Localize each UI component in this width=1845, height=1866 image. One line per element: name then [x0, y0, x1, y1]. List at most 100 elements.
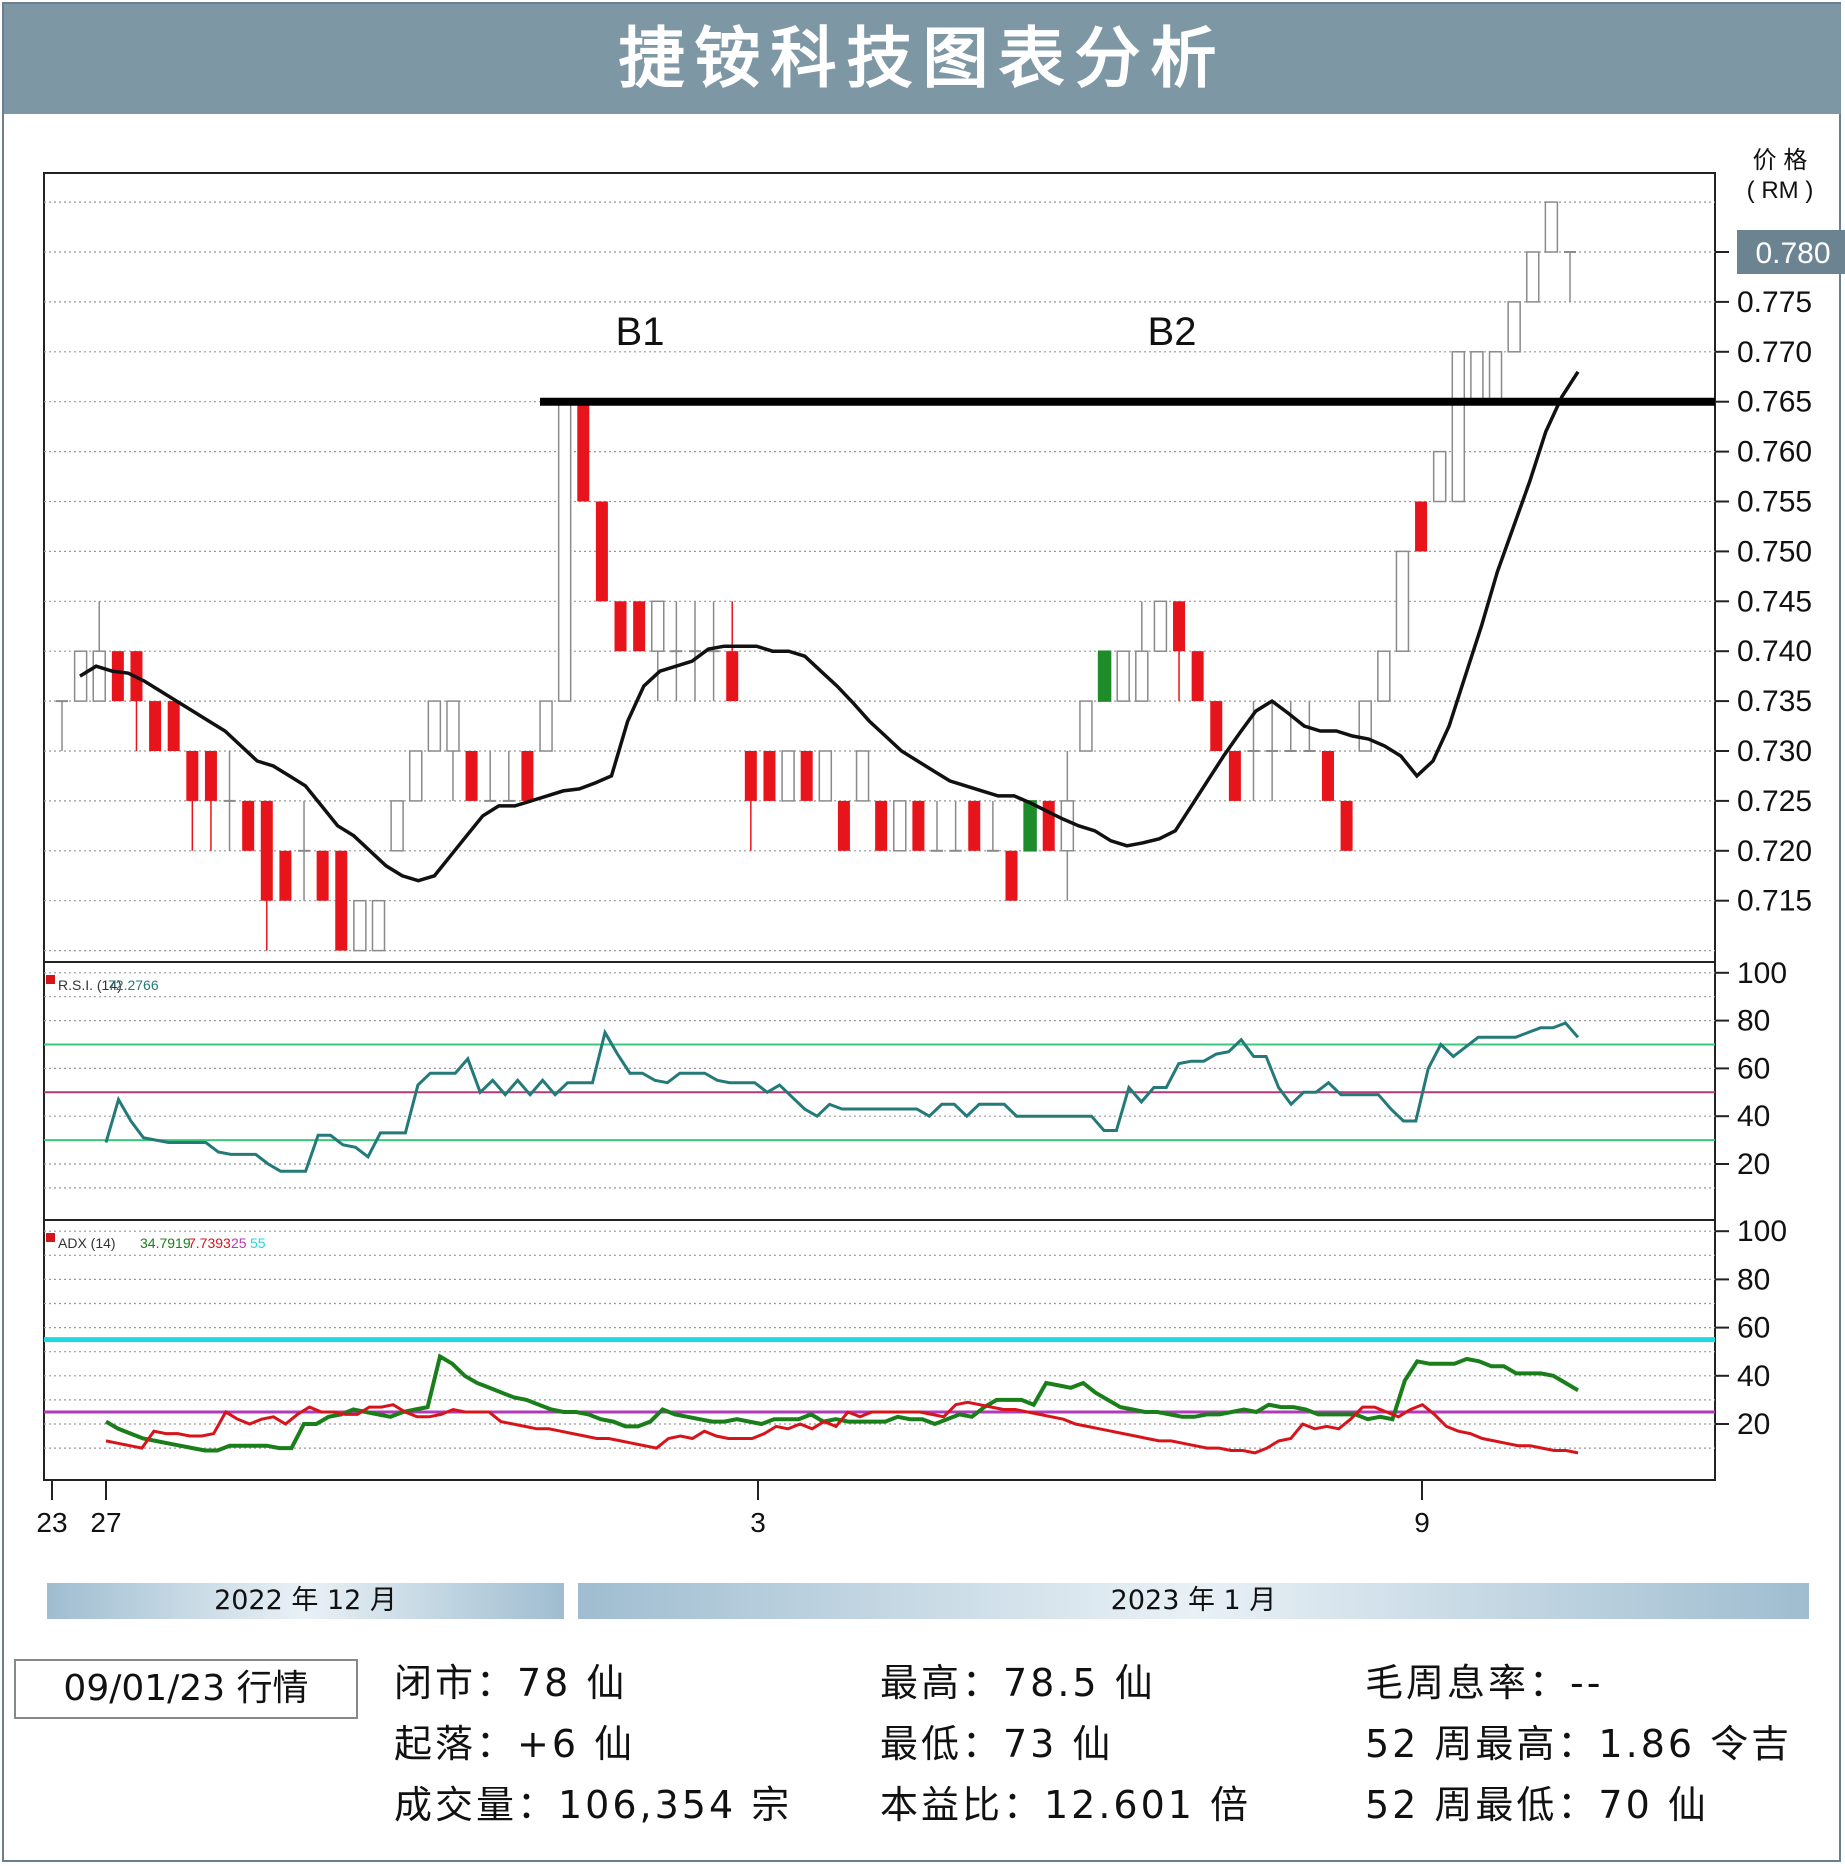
candle-body-up [1097, 650, 1112, 702]
candle-body-up [1432, 450, 1447, 503]
candle-body-up [1377, 650, 1391, 702]
candle-body-up [1135, 650, 1149, 702]
price-tick-label: 0.730 [1737, 735, 1812, 768]
candle-body-up [1507, 301, 1521, 353]
stat-close: 闭市：78 仙 [394, 1661, 628, 1705]
candle-body-down [968, 800, 981, 851]
stat-volume: 成交量：106,354 宗 [394, 1783, 793, 1827]
annotation-b1: B1 [616, 310, 665, 354]
candle-body-down [186, 751, 199, 801]
candle-body-down [763, 751, 776, 801]
rsi-tick-label: 80 [1737, 1005, 1770, 1038]
candle-body-down [1210, 701, 1223, 751]
candle-body-down [1321, 751, 1334, 801]
stat-52w-low: 52 周最低：70 仙 [1365, 1783, 1709, 1827]
candle-body-up [92, 650, 106, 702]
candle-body-up [1060, 800, 1075, 852]
candle-body-down [595, 501, 608, 602]
candle-body-up [390, 800, 404, 852]
stat-low: 最低：73 仙 [880, 1722, 1114, 1766]
rsi-tick-label: 20 [1737, 1148, 1770, 1181]
candle-body-up [1358, 700, 1372, 752]
candle-body-down [800, 751, 813, 801]
candle-body-down [1173, 601, 1186, 652]
rsi-tick-label: 100 [1737, 957, 1787, 990]
stat-pe: 本益比：12.601 倍 [880, 1783, 1252, 1827]
chart-svg: 0.715 0.720 0.725 0.730 0.735 0.740 0.745 0.750… [36, 147, 1845, 1538]
candle-body-down [614, 601, 627, 652]
current-price-badge-text: 0.780 [1755, 237, 1830, 270]
candle-body-down [1191, 651, 1204, 702]
x-tick-label: 27 [90, 1507, 121, 1538]
candle-body-up [1451, 351, 1466, 503]
candle-body-down [149, 701, 162, 751]
candle-body-up [1116, 650, 1130, 702]
candle-body-up [1023, 800, 1037, 852]
adx-tick-label: 40 [1737, 1360, 1770, 1393]
candle-body-down [279, 850, 292, 901]
candle-body-down [260, 800, 273, 901]
candle-body-down [1415, 501, 1428, 552]
month-label-dec: 2022 年 12 月 [47, 1583, 564, 1619]
price-axis-unit: ( RM ) [1747, 177, 1814, 204]
adx-legend-level1: 25 [231, 1235, 247, 1251]
candle-body-up [539, 700, 553, 752]
candle-body-down [726, 651, 739, 702]
adx-legend-minus-di: 7.7393 [188, 1235, 231, 1251]
adx-legend-label: ADX (14) [58, 1235, 116, 1251]
stat-change: 起落：+6 仙 [394, 1722, 636, 1766]
rsi-tick-label: 40 [1737, 1100, 1770, 1133]
price-tick-label: 0.745 [1737, 585, 1812, 618]
candle-body-up [1079, 700, 1093, 752]
candle-body-down [1340, 800, 1353, 851]
candle-body-up [1488, 351, 1503, 403]
x-tick-label: 23 [36, 1507, 67, 1538]
price-tick-label: 0.765 [1737, 386, 1812, 419]
candle-body-up [557, 400, 572, 702]
adx-tick-label: 20 [1737, 1408, 1770, 1441]
stat-52w-high: 52 周最高：1.86 令吉 [1365, 1722, 1793, 1766]
candle-body-down [633, 601, 646, 652]
candle-body-up [446, 700, 460, 752]
candle-body-down [316, 850, 329, 901]
candle-body-down [577, 401, 590, 502]
candle-body-up [855, 750, 870, 802]
candle-body-up [781, 750, 795, 802]
candle-body-up [1470, 351, 1484, 403]
price-tick-label: 0.770 [1737, 336, 1812, 369]
x-tick-label: 3 [750, 1507, 766, 1538]
candle-body-down [167, 701, 180, 751]
stat-dividend-yield: 毛周息率：-- [1365, 1661, 1604, 1705]
candle-body-up [371, 899, 386, 952]
price-tick-label: 0.725 [1737, 785, 1812, 818]
price-tick-label: 0.715 [1737, 885, 1812, 918]
candle-body-down [521, 751, 534, 801]
candle-body-down [242, 800, 255, 851]
candle-body-up [1395, 550, 1410, 652]
adx-legend-level2: 55 [250, 1235, 266, 1251]
adx-legend-value: 34.7919 [140, 1235, 191, 1251]
candle-body-up [427, 700, 442, 752]
rsi-legend-value: 72.2766 [108, 977, 159, 993]
price-axis-label: 价 格 [1753, 147, 1808, 174]
candle-body-up [353, 899, 367, 952]
price-tick-label: 0.735 [1737, 685, 1812, 718]
candle-body-up [818, 750, 833, 802]
candle-body-down [1228, 751, 1241, 801]
candle-body-up [1153, 600, 1168, 652]
candle-body-up [1544, 201, 1559, 253]
x-tick-label: 9 [1414, 1507, 1430, 1538]
candle-body-down [912, 800, 925, 851]
rsi-tick-label: 60 [1737, 1052, 1770, 1085]
date-box: 09/01/23 行情 [14, 1659, 358, 1719]
price-tick-label: 0.720 [1737, 835, 1812, 868]
adx-tick-label: 80 [1737, 1263, 1770, 1296]
price-tick-label: 0.750 [1737, 535, 1812, 568]
price-tick-label: 0.760 [1737, 436, 1812, 469]
candle-body-down [875, 800, 888, 851]
candle-body-up [651, 600, 665, 652]
price-tick-label: 0.775 [1737, 286, 1812, 319]
candle-body-down [111, 651, 124, 702]
stat-high: 最高：78.5 仙 [880, 1661, 1156, 1705]
annotation-b2: B2 [1148, 310, 1197, 354]
